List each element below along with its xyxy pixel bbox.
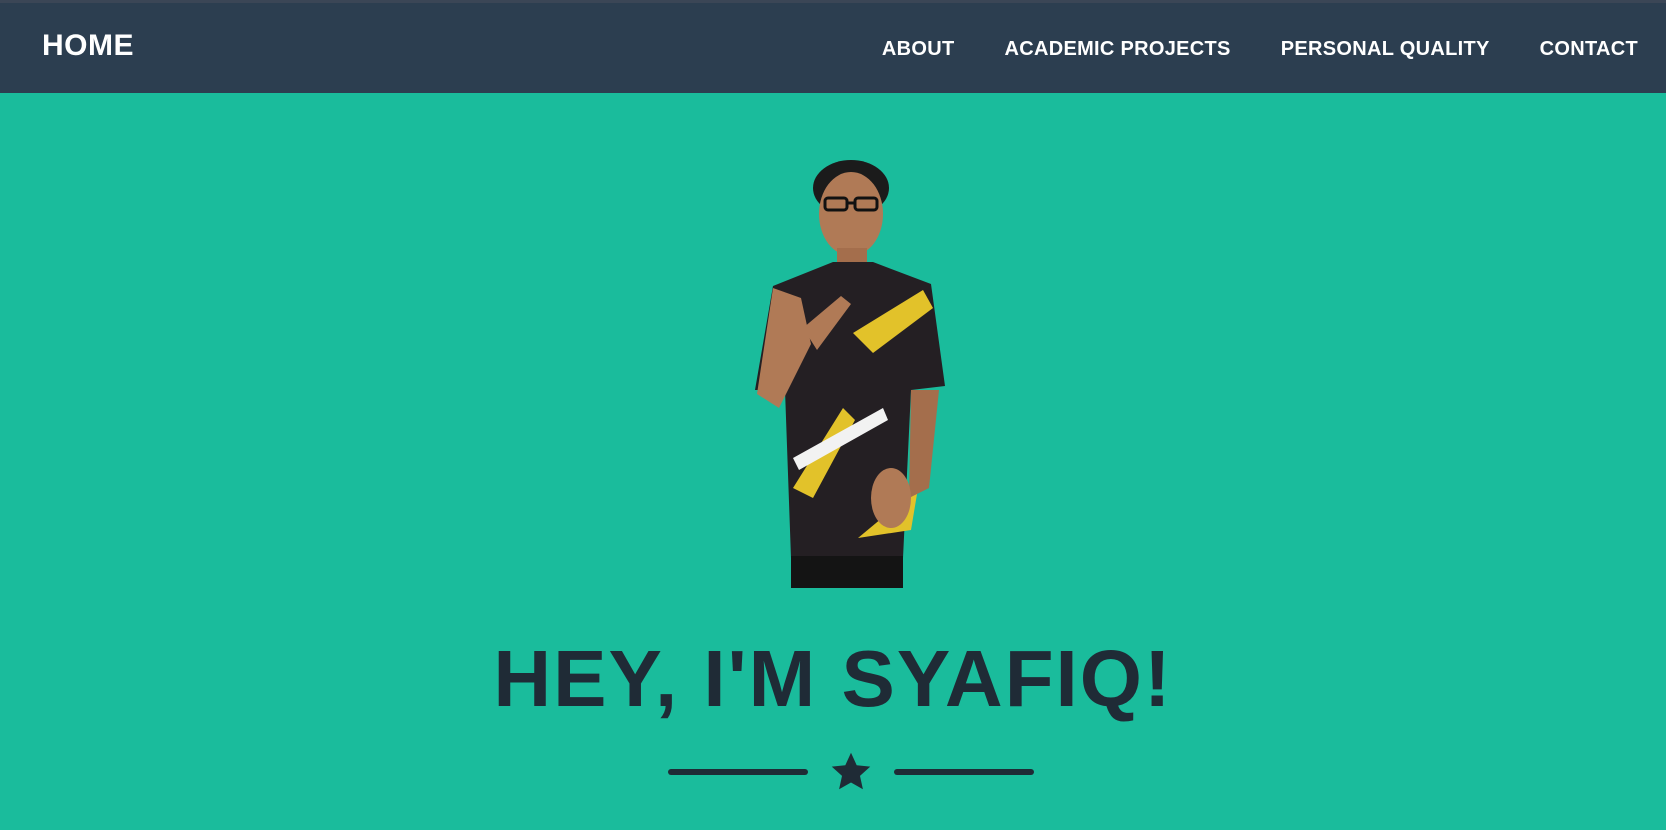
navbar: HOME ABOUT ACADEMIC PROJECTS PERSONAL QU… [0,3,1666,93]
hero-heading: HEY, I'M SYAFIQ! [493,634,1173,723]
divider-line-left [668,769,808,775]
nav-link-contact[interactable]: CONTACT [1540,38,1638,61]
nav-link-personal-quality[interactable]: PERSONAL QUALITY [1281,38,1490,61]
profile-photo [755,160,945,588]
nav-links: ABOUT ACADEMIC PROJECTS PERSONAL QUALITY… [882,38,1638,61]
home-link[interactable]: HOME [42,29,134,63]
divider-line-right [894,769,1034,775]
nav-link-about[interactable]: ABOUT [882,38,955,61]
masthead: HEY, I'M SYAFIQ! [0,93,1666,830]
nav-link-academic-projects[interactable]: ACADEMIC PROJECTS [1004,38,1230,61]
star-divider [668,747,1034,797]
star-icon [831,752,871,790]
